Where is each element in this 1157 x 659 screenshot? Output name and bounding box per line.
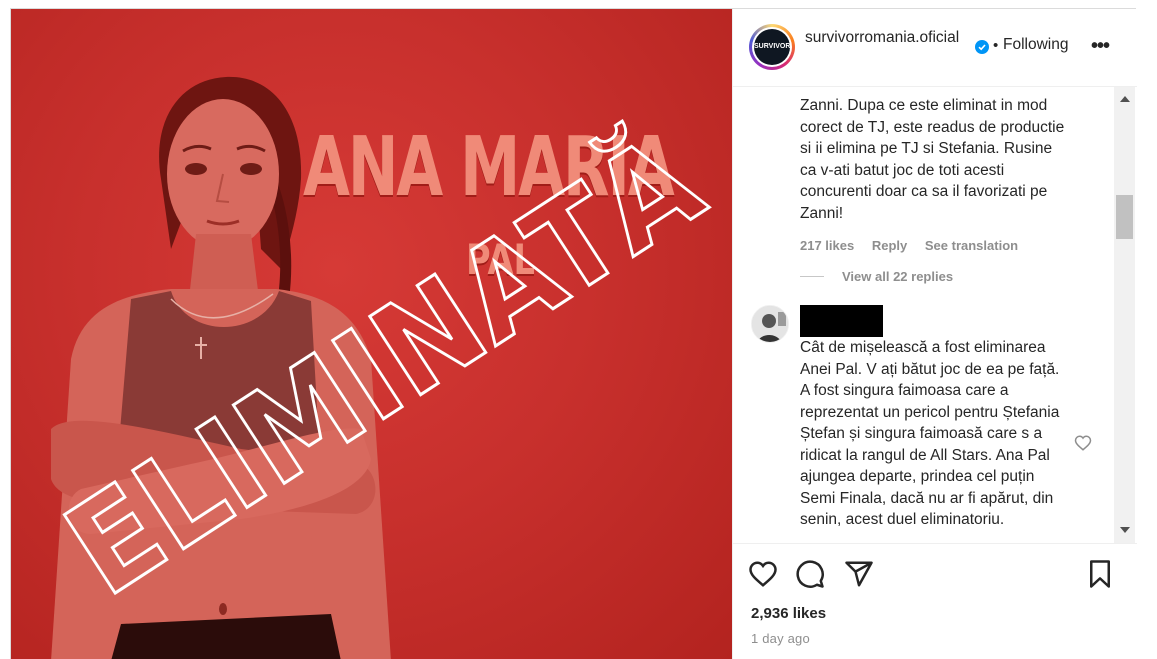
- heart-icon[interactable]: [748, 559, 778, 589]
- heart-small-icon[interactable]: [1074, 434, 1092, 452]
- replies-divider: [800, 276, 824, 277]
- post-dialog: ANA MARIA PAL ELIMINATĂ SURVIVOR survivo…: [10, 8, 1137, 659]
- commenter-avatar-image: [752, 306, 788, 342]
- comment-meta: 217 likes Reply See translation: [800, 238, 1032, 253]
- scroll-thumb[interactable]: [1116, 195, 1133, 239]
- stamp-text: ELIMINATĂ: [41, 106, 727, 625]
- side-panel: SURVIVOR survivorromania.oficial • Follo…: [732, 9, 1137, 659]
- bookmark-icon[interactable]: [1085, 559, 1115, 589]
- see-translation-link[interactable]: See translation: [925, 238, 1018, 253]
- avatar[interactable]: SURVIVOR: [749, 24, 795, 70]
- scroll-up-arrow[interactable]: [1120, 96, 1130, 102]
- following-button[interactable]: Following: [1003, 36, 1068, 54]
- commenter-avatar[interactable]: [751, 305, 789, 343]
- comment-text: Zanni. Dupa ce este eliminat in mod core…: [800, 97, 1065, 222]
- like-count[interactable]: 2,936 likes: [751, 605, 826, 622]
- share-icon[interactable]: [844, 559, 874, 589]
- comment-likes[interactable]: 217 likes: [800, 238, 854, 253]
- post-image[interactable]: ANA MARIA PAL ELIMINATĂ: [11, 9, 732, 659]
- avatar-image: SURVIVOR: [754, 29, 790, 65]
- header-separator: •: [993, 37, 999, 54]
- view-replies-button[interactable]: View all 22 replies: [800, 269, 953, 284]
- comments-list[interactable]: Zanni. Dupa ce este eliminat in mod core…: [733, 87, 1137, 543]
- view-replies-label: View all 22 replies: [842, 269, 954, 284]
- eliminated-stamp: ELIMINATĂ: [39, 105, 728, 627]
- more-options-icon[interactable]: •••: [1091, 36, 1110, 56]
- comment-text-2: Cât de mișelească a fost eliminarea Anei…: [800, 339, 1060, 528]
- redacted-username: [800, 305, 883, 337]
- username-link[interactable]: survivorromania.oficial: [805, 27, 975, 48]
- post-header: SURVIVOR survivorromania.oficial • Follo…: [733, 9, 1137, 87]
- comment-icon[interactable]: [795, 559, 825, 589]
- comments-scrollbar[interactable]: [1114, 87, 1135, 543]
- verified-badge-icon: [975, 40, 989, 54]
- post-timestamp[interactable]: 1 day ago: [751, 631, 810, 646]
- reply-button[interactable]: Reply: [872, 238, 907, 253]
- post-actions: 2,936 likes 1 day ago: [733, 543, 1137, 659]
- scroll-down-arrow[interactable]: [1120, 527, 1130, 533]
